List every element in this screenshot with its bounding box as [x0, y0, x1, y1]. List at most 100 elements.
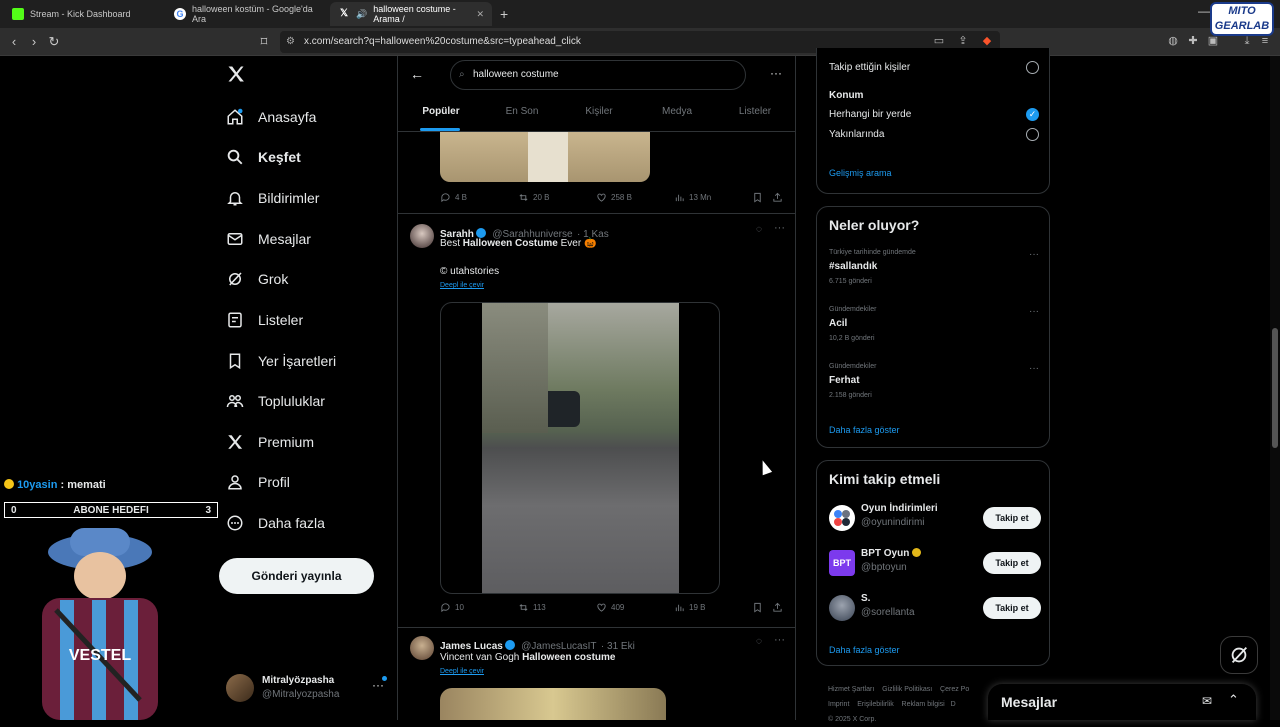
- footer-link-cookies[interactable]: Çerez Po: [940, 686, 969, 693]
- browser-tab-x-search[interactable]: 𝕏 🔊 halloween costume - Arama / ✕: [330, 2, 492, 26]
- translate-link[interactable]: Deepl ile çevir: [440, 668, 484, 675]
- footer-link-imprint[interactable]: Imprint: [828, 701, 849, 708]
- views-button[interactable]: 19 B: [674, 602, 705, 613]
- back-arrow-icon[interactable]: ←: [410, 66, 424, 82]
- post-video[interactable]: [440, 302, 720, 594]
- radio-anywhere[interactable]: ✓: [1026, 108, 1039, 121]
- more-icon[interactable]: ···: [1029, 306, 1039, 317]
- nav-more[interactable]: Daha fazla: [226, 514, 325, 532]
- filter-nearby[interactable]: Yakınlarında: [829, 128, 1039, 141]
- grok-icon[interactable]: ◌: [756, 224, 762, 235]
- new-tab-icon[interactable]: +: [500, 6, 508, 22]
- messages-drawer[interactable]: Mesajlar ✉ ⌃: [988, 684, 1256, 720]
- browser-tab-google[interactable]: G halloween kostüm - Google'da Ara: [166, 2, 330, 26]
- grok-floating-button[interactable]: [1220, 636, 1258, 674]
- show-more-trends-link[interactable]: Daha fazla göster: [829, 425, 900, 435]
- follow-suggestion[interactable]: BPT BPT Oyun @bptoyun Takip et: [829, 548, 1041, 582]
- new-message-icon[interactable]: ✉: [1202, 694, 1212, 708]
- browser-tab-kick[interactable]: Stream - Kick Dashboard: [4, 2, 166, 26]
- account-switcher[interactable]: Mitralyözpasha @Mitralyozpasha ···: [226, 672, 391, 706]
- tab-lists[interactable]: Listeler: [716, 106, 794, 117]
- forward-icon[interactable]: ›: [26, 34, 42, 50]
- views-button[interactable]: 13 Mn: [674, 192, 711, 203]
- post-image[interactable]: [440, 688, 666, 720]
- more-icon[interactable]: ···: [774, 222, 785, 234]
- repost-button[interactable]: 113: [518, 602, 546, 613]
- follow-suggestion[interactable]: S. @sorellanta Takip et: [829, 593, 1041, 627]
- search-input[interactable]: ⌕ halloween costume: [450, 60, 746, 90]
- filter-following[interactable]: Takip ettiğin kişiler: [829, 61, 1039, 74]
- share-button[interactable]: [772, 602, 783, 613]
- more-icon[interactable]: ···: [774, 634, 785, 646]
- reply-button[interactable]: 4 B: [440, 192, 467, 203]
- x-logo-icon[interactable]: [226, 64, 248, 86]
- nav-premium[interactable]: Premium: [226, 433, 314, 451]
- reload-icon[interactable]: ↻: [46, 34, 62, 50]
- post-image[interactable]: [440, 132, 650, 182]
- post-previous[interactable]: 4 B 20 B 258 B 13 Mn: [398, 132, 795, 214]
- follow-button[interactable]: Takip et: [983, 597, 1041, 619]
- footer-link-ads-info[interactable]: Reklam bilgisi: [902, 701, 945, 708]
- advanced-search-link[interactable]: Gelişmiş arama: [829, 168, 892, 178]
- tab-people[interactable]: Kişiler: [560, 106, 638, 117]
- post-button[interactable]: Gönderi yayınla: [219, 558, 374, 594]
- post-time[interactable]: · 31 Eki: [601, 641, 635, 652]
- translate-link[interactable]: Deepl ile çevir: [440, 282, 484, 289]
- trend-item[interactable]: Türkiye tarihinde gündemde #sallandık 6.…: [829, 249, 1039, 285]
- avatar[interactable]: [410, 224, 434, 248]
- more-icon[interactable]: ···: [770, 66, 782, 80]
- bookmark-button[interactable]: [752, 602, 763, 613]
- footer-link-more[interactable]: D: [951, 701, 956, 708]
- nav-lists[interactable]: Listeler: [226, 311, 303, 329]
- author-handle[interactable]: @JamesLucasIT: [521, 641, 596, 652]
- more-icon[interactable]: ···: [1029, 249, 1039, 260]
- sidebar-icon[interactable]: ▣: [1206, 34, 1220, 48]
- trend-item[interactable]: Gündemdekiler Ferhat 2.158 gönderi ···: [829, 363, 1039, 399]
- avatar[interactable]: [410, 636, 434, 660]
- cast-icon[interactable]: ▭: [932, 34, 946, 48]
- filter-anywhere[interactable]: Herhangi bir yerde ✓: [829, 108, 1039, 121]
- nav-home[interactable]: Anasayfa: [226, 108, 316, 126]
- share-button[interactable]: [772, 192, 783, 203]
- radio-following[interactable]: [1026, 61, 1039, 74]
- brave-shield-icon[interactable]: ◆: [980, 34, 994, 48]
- tab-media[interactable]: Medya: [638, 106, 716, 117]
- radio-nearby[interactable]: [1026, 128, 1039, 141]
- follow-button[interactable]: Takip et: [983, 507, 1041, 529]
- bookmark-page-icon[interactable]: ⌑: [256, 34, 272, 50]
- page-scrollbar[interactable]: [1270, 56, 1280, 720]
- site-info-icon[interactable]: ⚙: [286, 31, 295, 53]
- like-button[interactable]: 409: [596, 602, 624, 613]
- show-more-suggestions-link[interactable]: Daha fazla göster: [829, 645, 900, 655]
- menu-icon[interactable]: ≡: [1258, 34, 1272, 48]
- follow-suggestion[interactable]: Oyun İndirimleri @oyunindirimi Takip et: [829, 503, 1041, 537]
- like-button[interactable]: 258 B: [596, 192, 632, 203]
- minimize-icon[interactable]: —: [1198, 4, 1210, 18]
- back-icon[interactable]: ‹: [6, 34, 22, 50]
- nav-notifications[interactable]: Bildirimler: [226, 189, 319, 207]
- nav-messages[interactable]: Mesajlar: [226, 230, 311, 248]
- tab-popular[interactable]: Popüler: [402, 106, 480, 117]
- expand-icon[interactable]: ⌃: [1228, 692, 1239, 708]
- grok-icon[interactable]: ◌: [756, 636, 762, 647]
- puzzle-icon[interactable]: ✚: [1186, 34, 1200, 48]
- tab-latest[interactable]: En Son: [483, 106, 561, 117]
- footer-link-privacy[interactable]: Gizlilik Politikası: [882, 686, 932, 693]
- footer-link-accessibility[interactable]: Erişilebilirlik: [857, 701, 894, 708]
- nav-communities[interactable]: Topluluklar: [226, 392, 325, 410]
- close-tab-icon[interactable]: ✕: [476, 9, 484, 20]
- share-icon[interactable]: ⇪: [956, 34, 970, 48]
- follow-button[interactable]: Takip et: [983, 552, 1041, 574]
- extension-icon[interactable]: ◍: [1166, 34, 1180, 48]
- scrollbar-thumb[interactable]: [1272, 328, 1278, 448]
- post-sarahh[interactable]: Sarahh @Sarahhuniverse · 1 Kas ◌ ··· Bes…: [398, 214, 795, 628]
- post-james-lucas[interactable]: James Lucas @JamesLucasIT · 31 Eki ◌ ···…: [398, 628, 795, 720]
- nav-grok[interactable]: Grok: [226, 270, 288, 288]
- trend-item[interactable]: Gündemdekiler Acil 10,2 B gönderi ···: [829, 306, 1039, 342]
- more-icon[interactable]: ···: [1029, 363, 1039, 374]
- author-name[interactable]: James Lucas: [440, 641, 503, 652]
- bookmark-button[interactable]: [752, 192, 763, 203]
- nav-explore[interactable]: Keşfet: [226, 148, 301, 166]
- footer-link-terms[interactable]: Hizmet Şartları: [828, 686, 874, 693]
- repost-button[interactable]: 20 B: [518, 192, 549, 203]
